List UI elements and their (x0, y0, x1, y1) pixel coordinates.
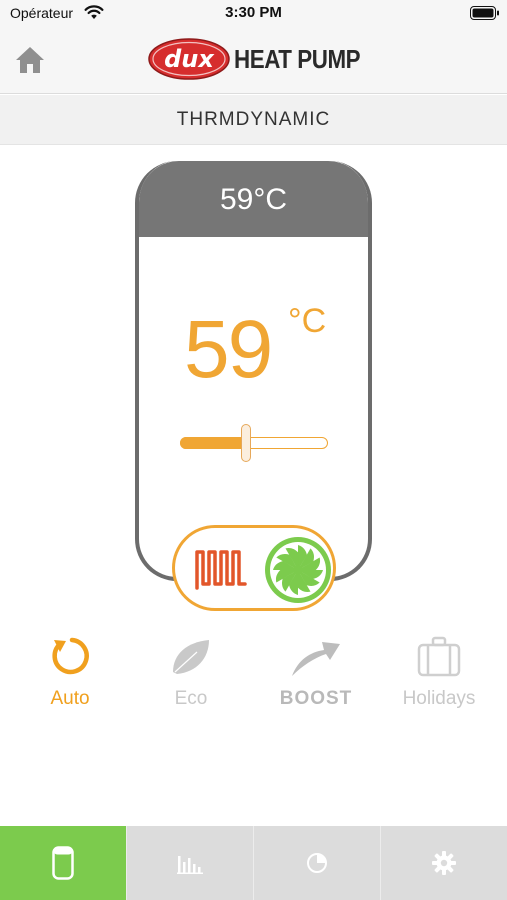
heating-element-icon (195, 550, 247, 590)
app-header: dux HEAT PUMP (0, 26, 507, 94)
home-button[interactable] (14, 44, 46, 76)
fan-icon (265, 537, 331, 603)
leaf-icon (173, 640, 209, 674)
heating-mode-indicator (172, 525, 336, 611)
tab-tank[interactable] (0, 826, 126, 900)
mode-selector: Auto Eco BOOST Holidays (0, 632, 507, 722)
bar-chart-icon (177, 856, 203, 874)
auto-cycle-icon (52, 637, 89, 675)
pie-chart-icon (307, 853, 327, 873)
slider-thumb[interactable] (241, 424, 251, 462)
mode-eco-label: Eco (174, 688, 208, 709)
status-bar: Opérateur 3:30 PM (0, 0, 507, 26)
suitcase-icon (417, 636, 461, 677)
current-temperature: 59°C (219, 183, 288, 216)
mode-boost[interactable]: BOOST (261, 632, 371, 722)
brand: dux HEAT PUMP (148, 38, 381, 80)
slider-fill (180, 437, 246, 449)
tank-icon (52, 846, 74, 880)
brand-title: HEAT PUMP (234, 43, 361, 74)
battery-icon (470, 6, 500, 25)
mode-boost-label: BOOST (279, 688, 353, 709)
status-time: 3:30 PM (225, 4, 282, 21)
bottom-tab-bar (0, 826, 507, 900)
tab-settings[interactable] (380, 826, 507, 900)
tab-schedule[interactable] (253, 826, 380, 900)
logo-text: dux (164, 45, 215, 73)
tank-cap: 59°C (139, 161, 368, 237)
setpoint-value: 59 (184, 304, 273, 395)
mode-holidays[interactable]: Holidays (384, 632, 494, 722)
home-icon (16, 47, 44, 73)
temperature-slider[interactable] (180, 424, 328, 462)
boost-arrow-icon (292, 642, 340, 676)
mode-holidays-label: Holidays (402, 688, 476, 709)
model-bar: THRMDYNAMIC (0, 95, 507, 145)
tab-statistics[interactable] (126, 826, 253, 900)
mode-auto[interactable]: Auto (15, 632, 125, 722)
setpoint-unit: °C (288, 302, 327, 340)
model-name: THRMDYNAMIC (176, 109, 331, 130)
dux-logo: dux (148, 38, 230, 80)
gear-icon (432, 851, 456, 875)
mode-eco[interactable]: Eco (136, 632, 246, 722)
mode-auto-label: Auto (50, 688, 90, 709)
